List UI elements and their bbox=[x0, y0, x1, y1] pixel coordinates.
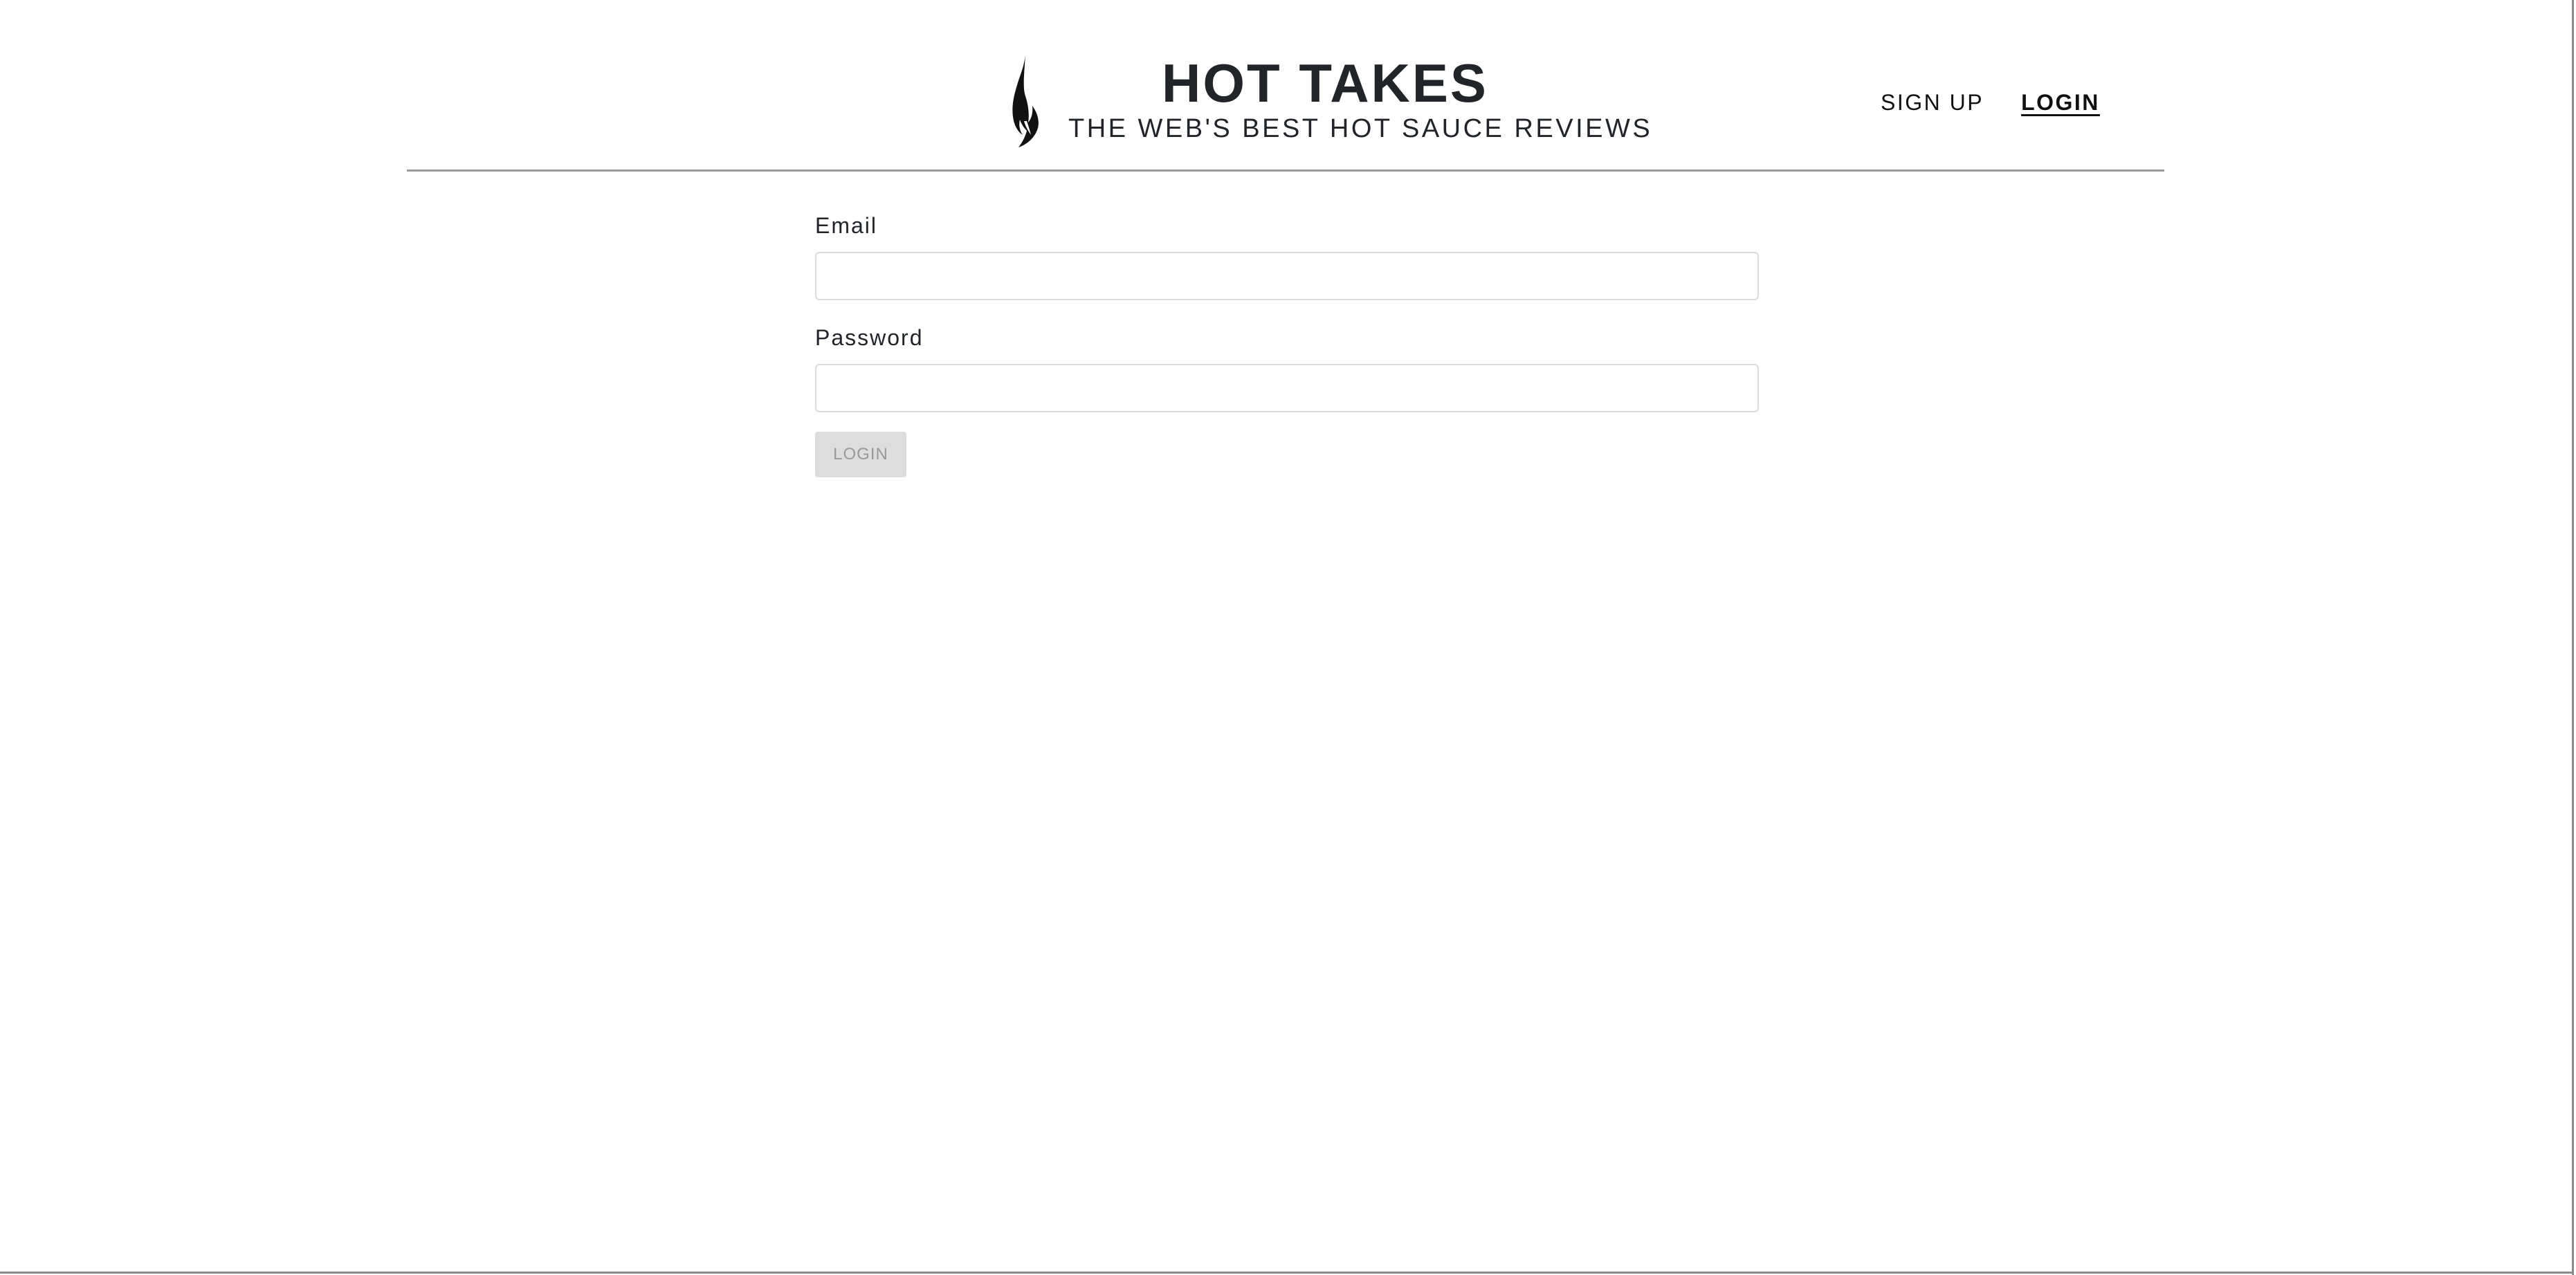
password-input[interactable] bbox=[815, 364, 1759, 412]
password-label: Password bbox=[815, 325, 924, 350]
email-input[interactable] bbox=[815, 252, 1759, 300]
page: HOT TAKES THE WEB'S BEST HOT SAUCE REVIE… bbox=[0, 0, 2576, 1275]
nav-login-link[interactable]: LOGIN bbox=[2021, 90, 2100, 116]
top-nav: SIGN UP LOGIN bbox=[1881, 89, 2100, 116]
header-divider bbox=[407, 169, 2164, 172]
brand[interactable]: HOT TAKES THE WEB'S BEST HOT SAUCE REVIE… bbox=[1010, 52, 1653, 149]
password-field-group: Password bbox=[815, 327, 1759, 412]
login-button[interactable]: LOGIN bbox=[815, 432, 906, 477]
window-edge-bottom bbox=[0, 1272, 2574, 1274]
window-edge-right bbox=[2572, 0, 2574, 1275]
site-title: HOT TAKES bbox=[1162, 53, 1488, 113]
flame-icon bbox=[1012, 55, 1039, 147]
site-subtitle: THE WEB'S BEST HOT SAUCE REVIEWS bbox=[1068, 114, 1653, 143]
email-label: Email bbox=[815, 213, 878, 238]
nav-signup-link[interactable]: SIGN UP bbox=[1881, 90, 1984, 116]
login-form: Email Password LOGIN bbox=[815, 211, 1759, 477]
email-field-group: Email bbox=[815, 214, 1759, 300]
